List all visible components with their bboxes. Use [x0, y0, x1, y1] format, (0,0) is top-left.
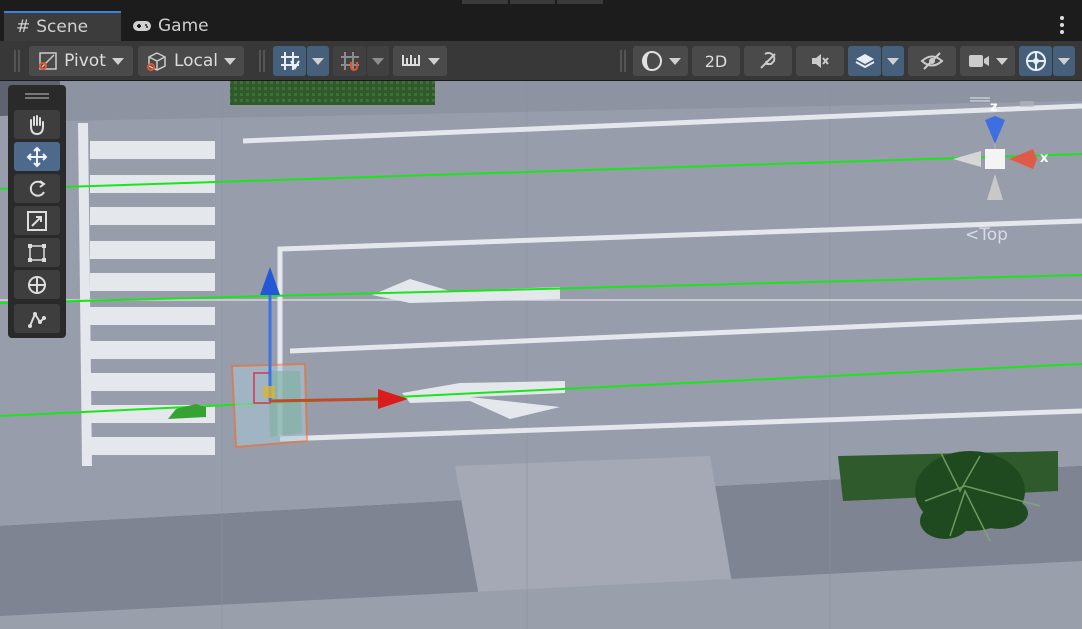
chevron-down-icon [111, 57, 124, 65]
pivot-dropdown[interactable]: Pivot [29, 46, 133, 76]
chevron-down-icon [224, 57, 237, 65]
chevron-down-icon [428, 57, 440, 65]
gamepad-icon [133, 21, 151, 31]
snap-magnet-icon [340, 52, 359, 71]
lighting-toggle-button[interactable] [744, 46, 792, 76]
local-cube-icon [146, 52, 166, 71]
window-slit [462, 0, 508, 4]
gizmo-sphere-icon [1025, 51, 1046, 71]
move-tool-button[interactable] [14, 142, 60, 171]
toolbar-grip[interactable] [620, 50, 626, 72]
scale-icon [27, 210, 47, 231]
pivot-label: Pivot [64, 51, 106, 71]
move-arrows-icon [26, 146, 48, 167]
scene-viewport[interactable]: z x <Top [0, 81, 1082, 629]
light-off-icon [760, 51, 776, 69]
hash-icon: # [16, 17, 31, 37]
hand-icon [30, 114, 44, 135]
toolbar-grip[interactable] [14, 50, 20, 72]
view-orientation-label[interactable]: <Top [965, 225, 1008, 245]
custom-tool-button[interactable] [14, 304, 60, 333]
custom-tool-icon [28, 311, 46, 328]
rect-tool-button[interactable] [14, 238, 60, 267]
eye-hidden-icon [920, 52, 944, 70]
rotate-tool-button[interactable] [14, 174, 60, 203]
chevron-down-icon [372, 57, 384, 65]
chevron-down-icon [312, 57, 324, 65]
increment-snap-button[interactable] [333, 46, 366, 76]
gizmos-dropdown[interactable] [1053, 46, 1075, 76]
rotate-icon [29, 179, 46, 197]
audio-mute-icon [812, 54, 829, 68]
window-slit [510, 0, 555, 4]
tab-bar: # Scene Game [0, 0, 1082, 41]
x-axis-label: x [1040, 151, 1049, 166]
tools-overlay [8, 85, 66, 338]
increment-snap-dropdown[interactable] [367, 46, 389, 76]
toggle-2d-button[interactable]: 2D [692, 46, 740, 76]
pivot-icon [39, 52, 57, 70]
mode-2d-label: 2D [704, 51, 728, 71]
chevron-down-icon [995, 57, 1008, 65]
grid-snapping-button[interactable] [273, 46, 306, 76]
tab-game-label: Game [158, 16, 209, 36]
camera-icon [968, 55, 989, 67]
effects-toggle-button[interactable] [848, 46, 881, 76]
transform-tool-button[interactable] [14, 270, 60, 299]
panel-grip-icon[interactable] [25, 93, 49, 99]
scene-canvas[interactable] [0, 81, 1082, 629]
effects-dropdown[interactable] [882, 46, 904, 76]
grid-snapping-dropdown[interactable] [307, 46, 329, 76]
z-axis-label: z [990, 100, 998, 115]
draw-mode-dropdown[interactable] [633, 46, 688, 76]
rect-transform-icon [28, 243, 46, 262]
chevron-down-icon [1058, 57, 1070, 65]
hand-tool-button[interactable] [14, 110, 60, 139]
camera-settings-dropdown[interactable] [960, 46, 1015, 76]
tab-scene[interactable]: # Scene [4, 11, 121, 41]
ruler-icon [402, 55, 420, 66]
gizmos-toggle-button[interactable] [1019, 46, 1052, 76]
grid-snap-icon [280, 52, 300, 71]
local-dropdown[interactable]: Local [138, 46, 244, 76]
transform-icon [28, 275, 46, 294]
chevron-down-icon [668, 57, 681, 65]
shading-sphere-icon [641, 51, 662, 71]
hidden-objects-toggle-button[interactable] [908, 46, 956, 76]
local-label: Local [173, 51, 219, 71]
chevron-down-icon [887, 57, 899, 65]
tab-scene-label: Scene [36, 17, 89, 37]
scale-tool-button[interactable] [14, 206, 60, 235]
audio-toggle-button[interactable] [796, 46, 844, 76]
lock-icon[interactable] [1020, 101, 1034, 107]
ruler-dropdown[interactable] [393, 46, 447, 76]
window-slit [557, 0, 603, 4]
scene-toolbar: Pivot Local 2D [0, 41, 1082, 81]
layers-effects-icon [855, 54, 874, 69]
tab-game[interactable]: Game [132, 11, 209, 41]
more-menu-icon[interactable] [1060, 16, 1064, 37]
toolbar-grip[interactable] [259, 50, 265, 72]
